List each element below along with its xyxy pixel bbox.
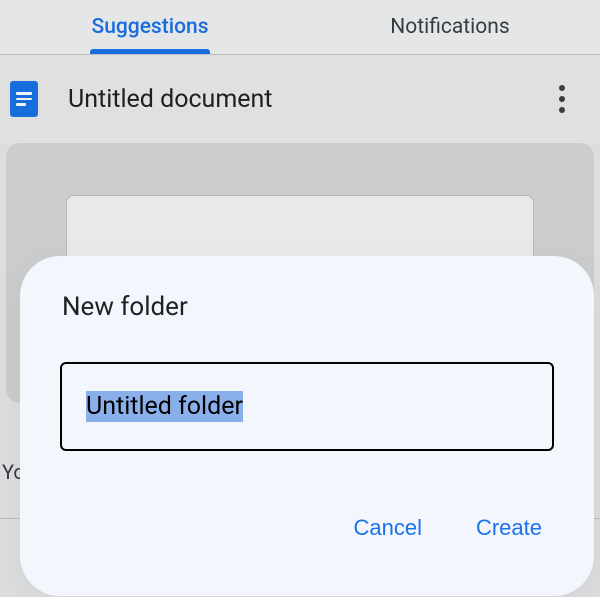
- docs-file-icon: [10, 81, 38, 117]
- tab-notifications-label: Notifications: [390, 15, 509, 39]
- dialog-button-row: Cancel Create: [60, 515, 554, 541]
- folder-name-input[interactable]: Untitled folder: [60, 362, 554, 451]
- tab-suggestions[interactable]: Suggestions: [0, 0, 300, 54]
- cancel-button[interactable]: Cancel: [353, 515, 421, 541]
- document-row[interactable]: Untitled document: [0, 55, 600, 143]
- tab-notifications[interactable]: Notifications: [300, 0, 600, 54]
- create-button[interactable]: Create: [476, 515, 542, 541]
- folder-name-value: Untitled folder: [86, 391, 243, 422]
- new-folder-dialog: New folder Untitled folder Cancel Create: [20, 256, 594, 596]
- dialog-title: New folder: [60, 292, 554, 322]
- tab-suggestions-label: Suggestions: [91, 15, 208, 39]
- more-options-icon[interactable]: [542, 79, 582, 119]
- tab-bar: Suggestions Notifications: [0, 0, 600, 55]
- document-title: Untitled document: [68, 85, 542, 114]
